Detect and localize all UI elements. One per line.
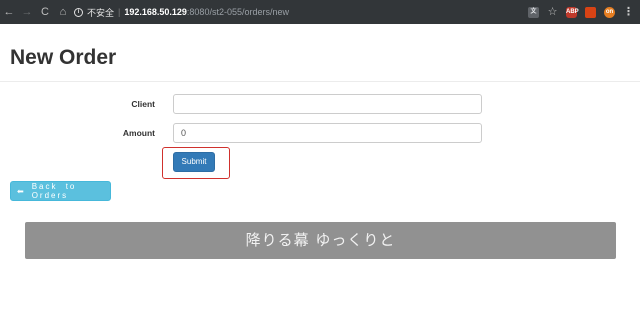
browser-toolbar: ← → C ⌂ i 不安全 | 192.168.50.129 :8080/st2… xyxy=(0,0,640,24)
url-path: :8080/st2-055/orders/new xyxy=(186,7,289,17)
back-to-orders-button[interactable]: ⬅ Back to Orders xyxy=(10,181,111,201)
url-separator: | xyxy=(118,7,121,17)
submit-button[interactable]: Submit xyxy=(173,152,215,172)
extension-icon[interactable] xyxy=(585,6,596,18)
address-bar[interactable]: i 不安全 | 192.168.50.129 :8080/st2-055/ord… xyxy=(74,0,289,24)
arrow-left-icon: ⬅ xyxy=(17,186,24,196)
browser-menu-icon[interactable]: ⋮ xyxy=(623,6,634,18)
url-host: 192.168.50.129 xyxy=(124,7,187,17)
client-label: Client xyxy=(131,99,155,109)
title-divider xyxy=(0,81,640,82)
forward-arrow-icon[interactable]: → xyxy=(18,0,36,24)
page-title: New Order xyxy=(10,46,117,69)
security-status: 不安全 xyxy=(87,7,115,18)
amount-input[interactable]: 0 xyxy=(173,123,482,143)
caption-banner: 降りる幕 ゆっくりと xyxy=(25,222,616,259)
adblock-plus-icon[interactable]: ABP xyxy=(566,6,579,18)
info-icon[interactable]: i xyxy=(74,7,83,17)
translate-icon[interactable]: 文 xyxy=(528,6,539,18)
extension-on-icon[interactable]: on xyxy=(604,6,615,18)
home-icon[interactable]: ⌂ xyxy=(54,0,72,24)
client-input[interactable] xyxy=(173,94,482,114)
back-arrow-icon[interactable]: ← xyxy=(0,0,18,24)
back-button-label: Back to Orders xyxy=(31,182,77,200)
reload-icon[interactable]: C xyxy=(36,0,54,24)
amount-label: Amount xyxy=(122,128,155,138)
bookmark-star-icon[interactable]: ☆ xyxy=(547,6,558,18)
toolbar-icons: 文 ☆ ABP on ⋮ xyxy=(528,0,634,24)
